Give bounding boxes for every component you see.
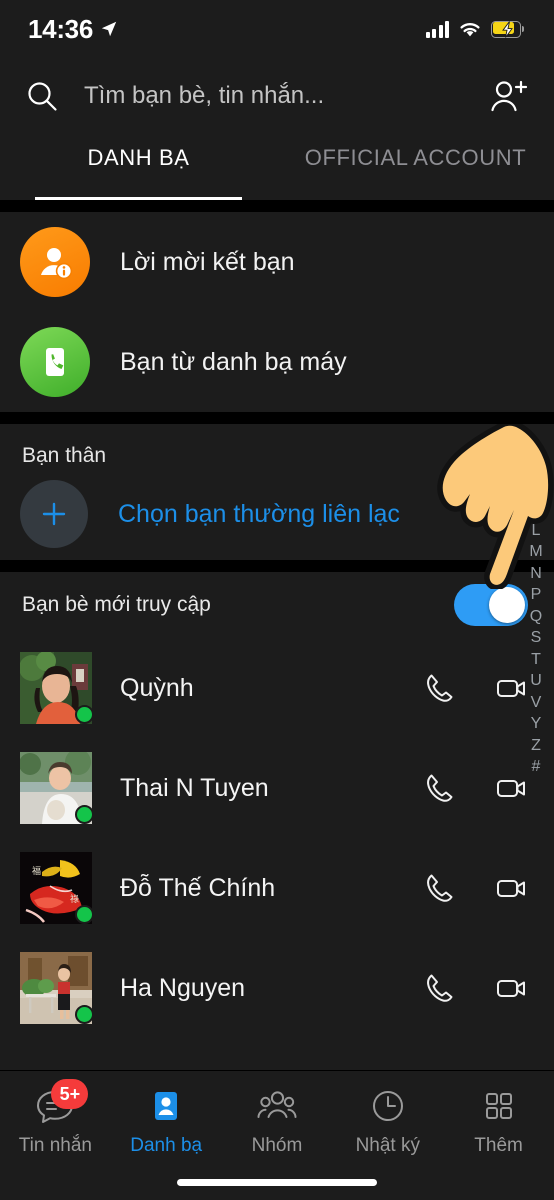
online-status-dot [75, 805, 94, 824]
alphabet-index-item[interactable]: K [531, 498, 542, 520]
section-divider-2 [0, 412, 554, 424]
battery-charging-icon [491, 20, 524, 38]
timeline-clock-icon [372, 1091, 403, 1121]
alphabet-index-item[interactable]: V [531, 692, 542, 714]
alphabet-index-item[interactable]: T [531, 649, 541, 671]
row-actions [422, 671, 528, 705]
row-actions [422, 771, 528, 805]
nav-item-contacts[interactable]: Danh bạ [111, 1071, 222, 1157]
phone-call-icon[interactable] [422, 771, 456, 805]
friend-request-icon [20, 227, 90, 297]
avatar [20, 752, 94, 824]
add-favorite-label[interactable]: Chọn bạn thường liên lạc [118, 500, 400, 529]
section-divider [0, 200, 554, 212]
recent-panel: Bạn bè mới truy cập Quỳnh Thai N Tuyen 福… [0, 572, 554, 1038]
alphabet-index-item[interactable]: # [532, 756, 541, 778]
search-input[interactable] [84, 81, 488, 110]
recent-toggle-knob [489, 587, 525, 623]
more-grid-icon [485, 1093, 512, 1119]
status-badge: 5+ [51, 1079, 89, 1109]
add-friend-icon[interactable] [488, 79, 528, 113]
wifi-icon [460, 23, 480, 37]
row-actions [422, 971, 528, 1005]
online-status-dot [75, 1005, 94, 1024]
tab-official-account[interactable]: OFFICIAL ACCOUNT [277, 133, 554, 200]
svg-text:福: 福 [32, 865, 41, 876]
avatar [20, 652, 94, 724]
alphabet-index-item[interactable]: Z [531, 735, 541, 757]
phonebook-icon [20, 327, 90, 397]
tab-bar: DANH BẠ OFFICIAL ACCOUNT [0, 133, 554, 200]
bottom-navigation: 5+ Tin nhắn Danh bạ Nhóm Nhật ký Thêm [0, 1070, 554, 1200]
groups-icon [257, 1091, 297, 1118]
phone-call-icon[interactable] [422, 871, 456, 905]
shortcut-phonebook-label: Bạn từ danh bạ máy [120, 347, 347, 376]
online-status-dot [75, 705, 94, 724]
nav-item-groups-label: Nhóm [251, 1135, 303, 1156]
alphabet-index-item[interactable]: M [529, 541, 542, 563]
alphabet-index-item[interactable]: P [531, 584, 542, 606]
table-row[interactable]: Quỳnh [0, 638, 554, 738]
status-bar: 14:36 [0, 0, 554, 58]
alphabet-index[interactable]: J H K L M N P Q S T U V Y Z # [523, 455, 549, 778]
search-bar[interactable] [0, 58, 554, 133]
alphabet-index-item[interactable]: U [530, 670, 542, 692]
contact-name: Quỳnh [120, 673, 194, 702]
location-arrow-icon [101, 21, 117, 37]
contact-name: Ha Nguyen [120, 973, 246, 1002]
status-bar-clock: 14:36 [28, 13, 93, 44]
table-row[interactable]: Ha Nguyen [0, 938, 554, 1038]
nav-item-contacts-label: Danh bạ [130, 1135, 203, 1156]
video-call-icon[interactable] [494, 871, 528, 905]
tab-danh-ba[interactable]: DANH BẠ [0, 133, 277, 200]
avatar [20, 952, 94, 1024]
recent-header: Bạn bè mới truy cập [0, 572, 554, 638]
tab-official-account-label: OFFICIAL ACCOUNT [304, 145, 527, 170]
nav-item-more[interactable]: Thêm [443, 1071, 554, 1157]
recent-toggle[interactable] [454, 584, 528, 626]
recent-title: Bạn bè mới truy cập [22, 593, 211, 616]
tab-danh-ba-label: DANH BẠ [87, 145, 190, 170]
home-indicator [177, 1179, 377, 1186]
shortcut-friend-requests-label: Lời mời kết bạn [120, 247, 295, 276]
alphabet-index-item[interactable]: Q [530, 606, 542, 628]
online-status-dot [75, 905, 94, 924]
alphabet-index-item[interactable]: Y [531, 713, 542, 735]
alphabet-index-item[interactable]: N [530, 563, 542, 585]
favorites-panel: Bạn thân Chọn bạn thường liên lạc [0, 424, 554, 560]
plus-icon[interactable] [20, 480, 88, 548]
nav-item-groups[interactable]: Nhóm [222, 1071, 333, 1157]
status-bar-left: 14:36 [28, 14, 118, 45]
svg-text:祿: 祿 [70, 893, 79, 904]
nav-item-more-label: Thêm [474, 1135, 523, 1156]
row-actions [422, 871, 528, 905]
table-row[interactable]: Thai N Tuyen [0, 738, 554, 838]
add-favorite-row[interactable]: Chọn bạn thường liên lạc [0, 468, 554, 560]
alphabet-index-item[interactable]: L [532, 520, 541, 542]
search-icon[interactable] [26, 80, 58, 112]
app-screen: 14:36 Tìm bạn bè, tin nhắn... DANH BẠ OF… [0, 0, 554, 1200]
cellular-signal-icon [425, 20, 449, 38]
nav-item-messages[interactable]: 5+ Tin nhắn [0, 1071, 111, 1157]
alphabet-index-item[interactable]: S [531, 627, 542, 649]
contact-name: Đỗ Thế Chính [120, 873, 276, 902]
section-divider-3 [0, 560, 554, 572]
alphabet-index-item[interactable]: H [530, 477, 542, 499]
video-call-icon[interactable] [494, 971, 528, 1005]
contacts-icon [155, 1092, 178, 1120]
shortcut-friend-requests[interactable]: Lời mời kết bạn [0, 212, 554, 312]
phone-call-icon[interactable] [422, 971, 456, 1005]
contact-name: Thai N Tuyen [120, 773, 269, 802]
nav-item-timeline-label: Nhật ký [355, 1135, 420, 1156]
phone-call-icon[interactable] [422, 671, 456, 705]
shortcut-phonebook[interactable]: Bạn từ danh bạ máy [0, 312, 554, 412]
nav-item-timeline[interactable]: Nhật ký [332, 1071, 443, 1157]
alphabet-index-item[interactable]: J [532, 455, 540, 477]
avatar: 福 祿 [20, 852, 94, 924]
nav-item-messages-label: Tin nhắn [18, 1135, 93, 1156]
status-bar-right [425, 20, 524, 38]
shortcuts-panel: Lời mời kết bạn Bạn từ danh bạ máy [0, 212, 554, 412]
favorites-title: Bạn thân [22, 444, 107, 467]
table-row[interactable]: 福 祿 Đỗ Thế Chính [0, 838, 554, 938]
